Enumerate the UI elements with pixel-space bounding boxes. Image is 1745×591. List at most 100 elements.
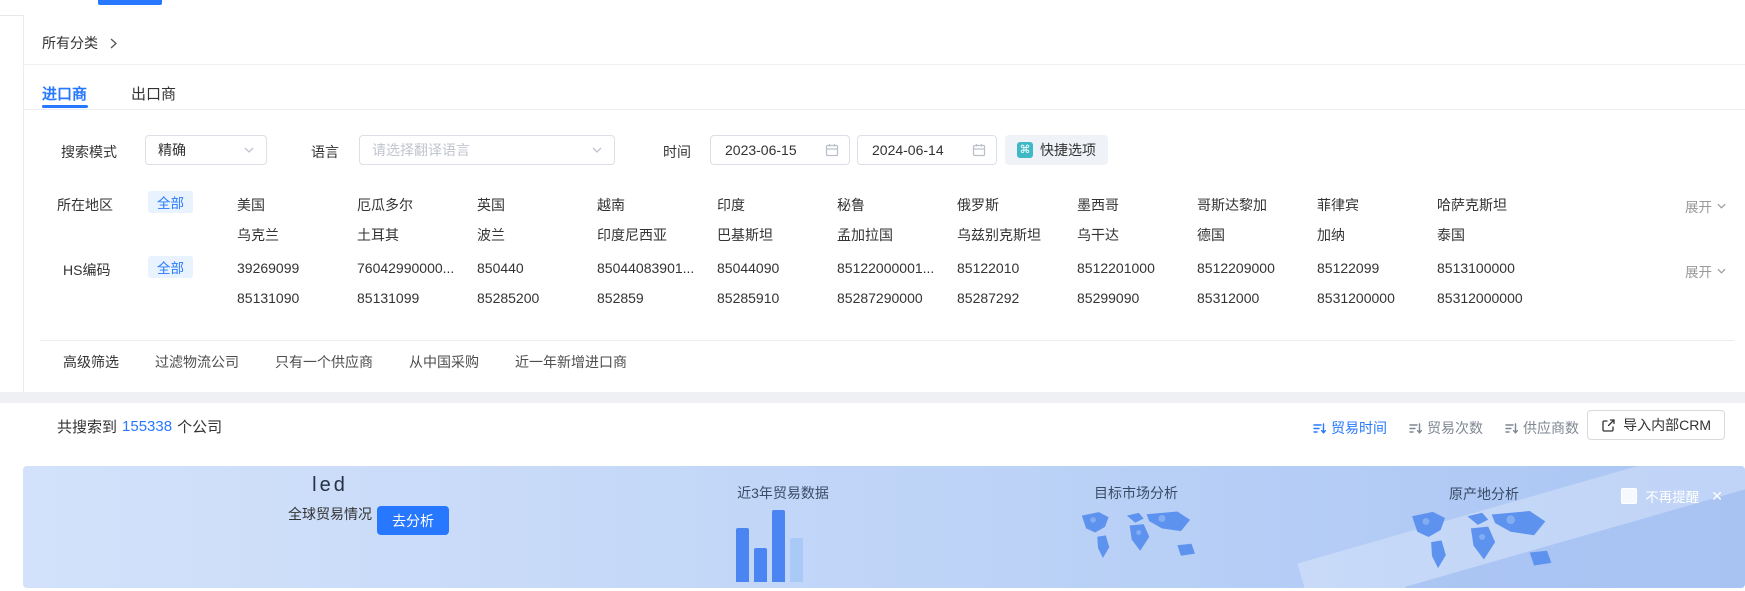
search-mode-select[interactable]: 精确: [145, 135, 267, 165]
breadcrumb-divider: [23, 64, 1745, 65]
hs-code-item[interactable]: 85122000001...: [837, 260, 957, 276]
chevron-down-icon: [1717, 268, 1726, 274]
chevron-down-icon: [244, 147, 254, 153]
region-row-1: 美国厄瓜多尔英国越南印度秘鲁俄罗斯墨西哥哥斯达黎加菲律宾哈萨克斯坦: [237, 195, 1557, 215]
filter-divider: [40, 340, 1734, 341]
sort-trade-time[interactable]: 贸易时间: [1313, 418, 1387, 438]
search-mode-label: 搜索模式: [61, 142, 117, 162]
search-mode-value: 精确: [158, 140, 186, 160]
command-icon: ⌘: [1017, 142, 1033, 158]
hs-code-item[interactable]: 85131090: [237, 290, 357, 306]
left-gutter-divider: [23, 15, 24, 392]
region-item[interactable]: 俄罗斯: [957, 195, 1077, 215]
region-item[interactable]: 加纳: [1317, 225, 1437, 245]
hs-code-item[interactable]: 8512201000: [1077, 260, 1197, 276]
region-label: 所在地区: [57, 195, 113, 215]
breadcrumb[interactable]: 所有分类: [42, 33, 117, 53]
advanced-filter-option[interactable]: 近一年新增进口商: [515, 352, 627, 372]
export-icon: [1601, 418, 1616, 433]
tab-importers[interactable]: 进口商: [42, 83, 87, 104]
hs-code-item[interactable]: 85287290000: [837, 290, 957, 306]
advanced-filter-option[interactable]: 从中国采购: [409, 352, 479, 372]
hs-code-item[interactable]: 85312000000: [1437, 290, 1557, 306]
sort-descending-icon: [1505, 422, 1518, 435]
target-market-section-title: 目标市场分析: [1056, 483, 1216, 503]
region-item[interactable]: 孟加拉国: [837, 225, 957, 245]
sort-trade-count[interactable]: 贸易次数: [1409, 418, 1483, 438]
region-item[interactable]: 英国: [477, 195, 597, 215]
start-date-input[interactable]: 2023-06-15: [710, 135, 850, 165]
region-item[interactable]: 秘鲁: [837, 195, 957, 215]
region-item[interactable]: 乌兹别克斯坦: [957, 225, 1077, 245]
chart-bar: [754, 548, 767, 582]
analyze-button[interactable]: 去分析: [377, 506, 449, 535]
hs-code-item[interactable]: 8531200000: [1317, 290, 1437, 306]
sort-controls: 贸易时间 贸易次数 供应商数: [1313, 418, 1579, 438]
region-all-chip[interactable]: 全部: [148, 191, 193, 213]
region-item[interactable]: 哥斯达黎加: [1197, 195, 1317, 215]
hs-code-item[interactable]: 85287292: [957, 290, 1077, 306]
results-count-number: 155338: [122, 418, 172, 435]
advanced-filter-options: 过滤物流公司 只有一个供应商 从中国采购 近一年新增进口商: [155, 352, 627, 372]
hs-code-item[interactable]: 85299090: [1077, 290, 1197, 306]
language-placeholder: 请选择翻译语言: [372, 140, 470, 160]
region-item[interactable]: 印度尼西亚: [597, 225, 717, 245]
calendar-icon: [825, 143, 839, 157]
hs-code-item[interactable]: 8513100000: [1437, 260, 1557, 276]
region-item[interactable]: 乌干达: [1077, 225, 1197, 245]
hs-code-item[interactable]: 85044083901...: [597, 260, 717, 276]
hs-code-item[interactable]: 85285200: [477, 290, 597, 306]
region-item[interactable]: 波兰: [477, 225, 597, 245]
hs-code-item[interactable]: 85285910: [717, 290, 837, 306]
hs-code-item[interactable]: 85044090: [717, 260, 837, 276]
region-item[interactable]: 越南: [597, 195, 717, 215]
quick-options-button[interactable]: ⌘ 快捷选项: [1005, 135, 1108, 165]
region-item[interactable]: 美国: [237, 195, 357, 215]
region-item[interactable]: 印度: [717, 195, 837, 215]
sort-supplier-count[interactable]: 供应商数: [1505, 418, 1579, 438]
region-item[interactable]: 德国: [1197, 225, 1317, 245]
region-item[interactable]: 巴基斯坦: [717, 225, 837, 245]
chart-bar: [772, 510, 785, 582]
region-item[interactable]: 乌克兰: [237, 225, 357, 245]
advanced-filter-option[interactable]: 只有一个供应商: [275, 352, 373, 372]
import-to-crm-button[interactable]: 导入内部CRM: [1587, 410, 1725, 440]
region-item[interactable]: 墨西哥: [1077, 195, 1197, 215]
dont-remind-label: 不再提醒: [1645, 486, 1699, 506]
language-select[interactable]: 请选择翻译语言: [359, 135, 615, 165]
hs-code-item[interactable]: 852859: [597, 290, 717, 306]
breadcrumb-label[interactable]: 所有分类: [42, 33, 98, 53]
dont-remind-checkbox[interactable]: [1621, 488, 1637, 504]
hs-code-item[interactable]: 85312000: [1197, 290, 1317, 306]
region-expand-label: 展开: [1685, 196, 1712, 216]
hs-code-item[interactable]: 8512209000: [1197, 260, 1317, 276]
hs-code-expand-toggle[interactable]: 展开: [1685, 261, 1726, 281]
hs-code-item[interactable]: 39269099: [237, 260, 357, 276]
trade-bars-chart: [736, 506, 803, 582]
advanced-filter-label: 高级筛选: [63, 352, 119, 372]
advanced-filter-option[interactable]: 过滤物流公司: [155, 352, 239, 372]
region-item[interactable]: 厄瓜多尔: [357, 195, 477, 215]
hs-code-label: HS编码: [63, 260, 110, 280]
hs-code-item[interactable]: 76042990000...: [357, 260, 477, 276]
tab-exporters[interactable]: 出口商: [131, 83, 176, 104]
hs-code-item[interactable]: 85131099: [357, 290, 477, 306]
dismiss-banner-group: 不再提醒 ✕: [1621, 486, 1723, 506]
end-date-input[interactable]: 2024-06-14: [857, 135, 997, 165]
hs-code-item[interactable]: 85122010: [957, 260, 1077, 276]
tabbar-divider: [23, 109, 1745, 110]
hs-code-item[interactable]: 850440: [477, 260, 597, 276]
sort-supplier-count-label: 供应商数: [1523, 418, 1579, 438]
hs-code-item[interactable]: 85122099: [1317, 260, 1437, 276]
region-item[interactable]: 土耳其: [357, 225, 477, 245]
close-icon[interactable]: ✕: [1711, 488, 1723, 505]
search-keyword: led: [250, 474, 410, 497]
region-item[interactable]: 哈萨克斯坦: [1437, 195, 1557, 215]
hs-code-all-chip[interactable]: 全部: [148, 256, 193, 278]
region-expand-toggle[interactable]: 展开: [1685, 196, 1726, 216]
region-item[interactable]: 菲律宾: [1317, 195, 1437, 215]
language-label: 语言: [311, 142, 339, 162]
sort-trade-time-label: 贸易时间: [1331, 418, 1387, 438]
region-item[interactable]: 泰国: [1437, 225, 1557, 245]
world-map-graphic: [1072, 504, 1202, 566]
